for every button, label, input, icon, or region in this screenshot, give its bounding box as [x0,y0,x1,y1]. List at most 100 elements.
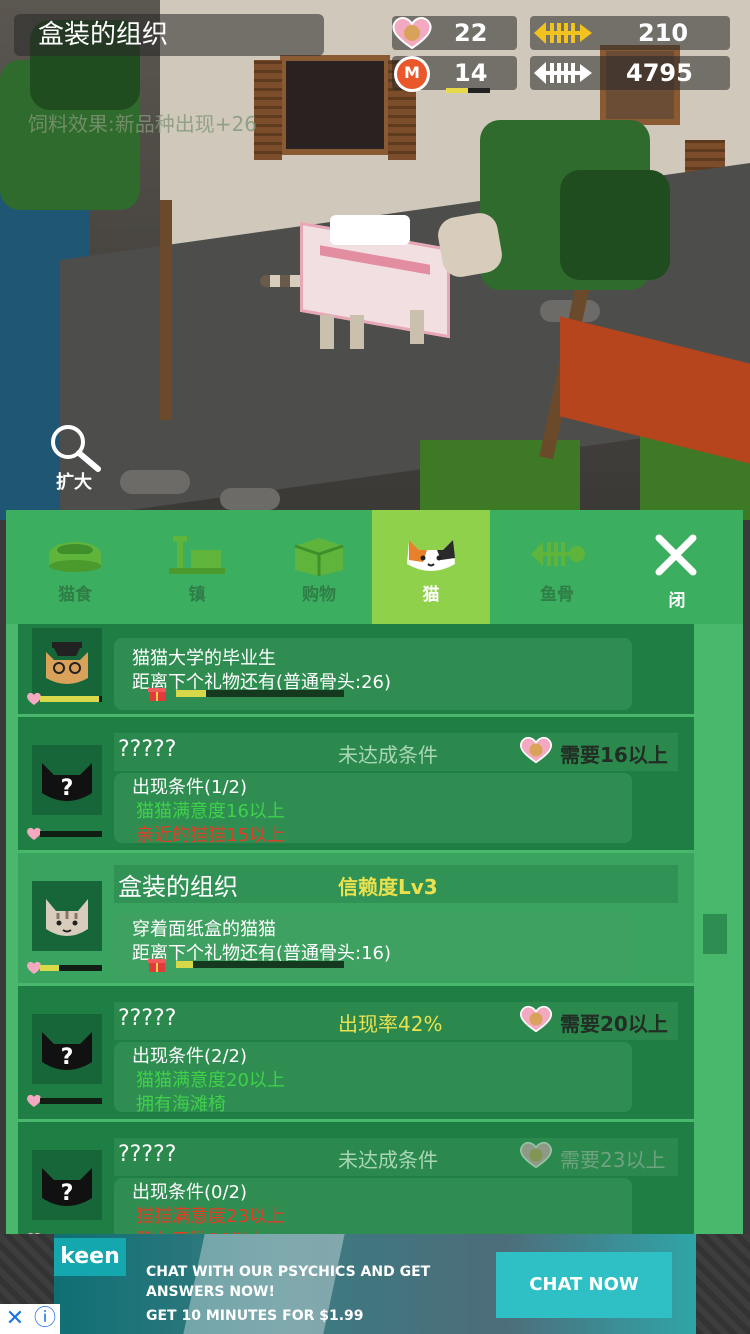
cat-name: ????? [118,737,177,762]
condition-met: 拥有海滩椅 [136,1094,226,1115]
zoom-button[interactable]: 扩大 [44,422,110,494]
cat-card[interactable]: ? ????? 未达成条件 需要16以上 出现条件(1/2) 猫猫满意度16以上… [18,717,694,850]
silver-fishbone-icon [534,62,592,84]
heart-cat-icon [519,1141,553,1169]
food-bowl-icon [49,542,101,572]
condition-unmet: 亲近的猫猫15以上 [136,825,285,846]
condition-unmet: 猫猫满意度23以上 [136,1206,285,1227]
scroll-thumb[interactable] [703,914,727,954]
gift-progress-bar [176,690,344,697]
ad-subheadline: ANSWERS NOW! [146,1284,275,1300]
cat-face-icon [407,540,455,571]
cat-avatar: ? [32,1014,102,1084]
cat-catalog-panel: 猫食 镇 购物 猫 鱼骨 闭 猫猫大学的毕业生 距离下个礼物还有(普通骨头:26… [6,510,743,1234]
tab-label-close: 闭 [668,591,686,611]
cat-name: ????? [118,1006,177,1031]
svg-text:?: ? [61,1045,74,1070]
gift-progress-bar [176,961,344,968]
cat-card-selected[interactable]: 盒装的组织 信赖度Lv3 穿着面纸盒的猫猫 距离下个礼物还有(普通骨头:16) [18,853,694,983]
heart-cat-icon [392,16,432,50]
heart-cat-icon [519,1005,553,1033]
satisfaction-required: 需要16以上 [560,743,668,767]
condition-title: 出现条件(0/2) [132,1182,248,1203]
level-badge-icon: M [394,56,430,92]
unknown-cat-icon: ? [42,1032,92,1070]
condition-title: 出现条件(1/2) [132,777,248,798]
condition-unmet: 登入天数10以上 [136,1226,267,1234]
list-scrollbar[interactable] [701,624,731,1234]
ad-close-icon[interactable]: ✕ [0,1304,30,1334]
selected-cat-name: 盒装的组织 [38,20,169,50]
boxed-cat-character[interactable] [260,210,505,349]
graduate-cat-icon [46,642,88,684]
zoom-label: 扩大 [56,472,92,493]
game-scene[interactable]: 盒装的组织 22 M 14 210 4795 饲料效果:新品种出现+26 扩大 [0,0,750,520]
condition-met: 猫猫满意度20以上 [136,1070,285,1091]
satisfaction-bar [40,965,102,971]
gold-fishbone-icon [534,22,592,44]
tab-label-cats: 猫 [422,585,440,605]
cat-avatar: ? [32,745,102,815]
game-screen: 盒装的组织 22 M 14 210 4795 饲料效果:新品种出现+26 扩大 … [0,0,750,1334]
condition-title: 出现条件(2/2) [132,1046,248,1067]
satisfaction-required: 需要23以上 [560,1148,666,1172]
gold-fish-count: 210 [638,19,689,47]
ad-brand-logo: keen [54,1238,126,1276]
feed-effect-text: 饲料效果:新品种出现+26 [28,112,257,136]
appearance-rate: 出现率42% [338,1012,443,1036]
silver-fish-count: 4795 [626,59,693,87]
tab-shopping[interactable]: 购物 [260,510,378,624]
gift-icon [148,959,166,972]
cat-card[interactable]: ? ????? 未达成条件 需要23以上 出现条件(0/2) 猫猫满意度23以上… [18,1122,694,1234]
box-icon [294,538,344,576]
unknown-cat-icon: ? [42,763,92,801]
cat-status: 未达成条件 [338,1148,438,1172]
level-progress-bar [446,88,490,93]
svg-text:?: ? [61,1181,74,1206]
ad-content[interactable]: keen CHAT WITH OUR PSYCHICS AND GET ANSW… [54,1234,696,1334]
chat-now-button[interactable]: CHAT NOW [496,1252,672,1318]
tab-label-shopping: 购物 [302,585,336,605]
ad-offer: GET 10 MINUTES FOR $1.99 [146,1308,364,1324]
cat-avatar: ? [32,1150,102,1220]
tab-label-food: 猫食 [58,585,92,605]
ad-info-icon[interactable]: ⓘ [30,1304,60,1334]
ad-controls: ✕ ⓘ [0,1304,60,1334]
tab-bar: 猫食 镇 购物 猫 鱼骨 闭 [6,510,743,624]
magnifier-icon [51,425,101,472]
condition-met: 猫猫满意度16以上 [136,801,285,822]
ad-banner[interactable]: keen CHAT WITH OUR PSYCHICS AND GET ANSW… [0,1234,750,1334]
cat-description: 猫猫大学的毕业生 [132,648,276,669]
cat-avatar [32,881,102,951]
satisfaction-required: 需要20以上 [560,1012,668,1036]
close-icon [655,534,697,576]
cat-list[interactable]: 猫猫大学的毕业生 距离下个礼物还有(普通骨头:26) ? ????? 未达成条件… [18,624,696,1234]
tabby-cat-icon [46,899,88,936]
satisfaction-bar [40,696,102,702]
selected-cat-title: 盒装的组织 [14,14,324,56]
cat-card[interactable]: 猫猫大学的毕业生 距离下个礼物还有(普通骨头:26) [18,624,694,714]
tab-close[interactable]: 闭 [618,510,736,624]
cat-card[interactable]: ? ????? 出现率42% 需要20以上 出现条件(2/2) 猫猫满意度20以… [18,986,694,1119]
tab-fishbone[interactable]: 鱼骨 [498,510,616,624]
town-icon [169,536,225,574]
satisfaction-bar [40,1098,102,1104]
svg-text:?: ? [61,776,74,801]
cat-name: ????? [118,1142,177,1167]
ad-headline: CHAT WITH OUR PSYCHICS AND GET [146,1264,431,1280]
tab-town[interactable]: 镇 [138,510,256,624]
tab-food[interactable]: 猫食 [16,510,134,624]
cat-description: 穿着面纸盒的猫猫 [132,919,276,940]
satisfaction-bar [40,831,102,837]
cat-status: 未达成条件 [338,743,438,767]
tab-cats[interactable]: 猫 [372,510,490,624]
heart-cat-icon [519,736,553,764]
cat-avatar [32,628,102,698]
tab-label-town: 镇 [188,585,206,605]
hearts-count: 22 [454,19,488,47]
fishbone-icon [531,542,585,566]
trust-level: 信赖度Lv3 [338,875,438,899]
unknown-cat-icon: ? [42,1168,92,1206]
tab-label-fishbone: 鱼骨 [540,585,574,605]
gift-icon [148,688,166,701]
